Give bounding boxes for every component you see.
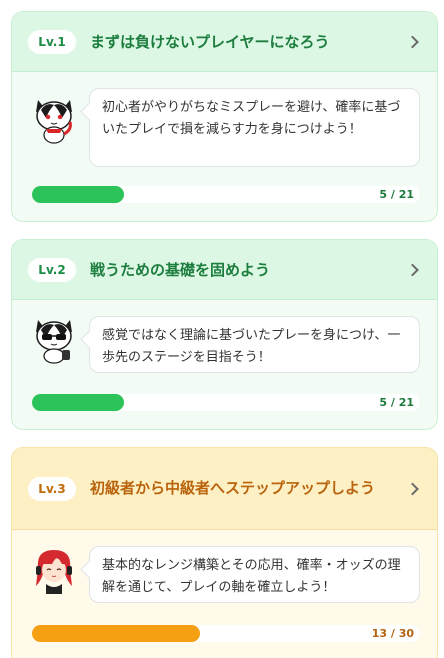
level-card-2[interactable]: Lv.2 戦うための基礎を固めよう 感覚ではなく理論に基づいたプレーを身につけ、… bbox=[11, 239, 438, 430]
description-bubble: 基本的なレンジ構築とその応用、確率・オッズの理解を通じて、プレイの軸を確立しよう… bbox=[89, 546, 420, 603]
level-card-header[interactable]: Lv.2 戦うための基礎を固めよう bbox=[12, 240, 437, 300]
level-title: まずは負けないプレイヤーになろう bbox=[90, 32, 330, 51]
description-bubble: 感覚ではなく理論に基づいたプレーを身につけ、一歩先のステージを目指そう！ bbox=[89, 316, 420, 373]
progress-bar: 5 / 21 bbox=[32, 394, 420, 411]
progress-bar: 13 / 30 bbox=[32, 625, 420, 642]
level-card-body: 初心者がやりがちなミスプレーを避け、確率に基づいたプレイで損を減らす力を身につけ… bbox=[12, 72, 437, 221]
level-card-header[interactable]: Lv.1 まずは負けないプレイヤーになろう bbox=[12, 12, 437, 72]
level-card-body: 基本的なレンジ構築とその応用、確率・オッズの理解を通じて、プレイの軸を確立しよう… bbox=[12, 530, 437, 658]
progress-fill bbox=[32, 625, 201, 642]
progress-bar: 5 / 21 bbox=[32, 186, 420, 203]
level-title: 戦うための基礎を固めよう bbox=[90, 260, 271, 279]
level-card-body: 感覚ではなく理論に基づいたプレーを身につけ、一歩先のステージを目指そう！ 5 /… bbox=[12, 300, 437, 429]
progress-count: 13 / 30 bbox=[371, 627, 414, 640]
level-card-3[interactable]: Lv.3 初級者から中級者へステップアップしよう 基本的なレンジ構築とその応用、… bbox=[11, 447, 438, 658]
red-hair-girl-icon bbox=[36, 550, 72, 594]
level-badge: Lv.1 bbox=[28, 29, 76, 54]
progress-count: 5 / 21 bbox=[379, 188, 414, 201]
cat-mascot-icon bbox=[36, 100, 72, 144]
level-title: 初級者から中級者へステップアップしよう bbox=[90, 479, 376, 497]
cat-mascot-sunglasses-icon bbox=[36, 320, 72, 364]
progress-fill bbox=[32, 186, 125, 203]
progress-count: 5 / 21 bbox=[379, 396, 414, 409]
level-card-1[interactable]: Lv.1 まずは負けないプレイヤーになろう 初心者がやりがちなミスプレーを避け、… bbox=[11, 11, 438, 222]
level-badge: Lv.2 bbox=[28, 257, 76, 282]
progress-fill bbox=[32, 394, 125, 411]
level-card-header[interactable]: Lv.3 初級者から中級者へステップアップしよう bbox=[12, 448, 437, 530]
description-bubble: 初心者がやりがちなミスプレーを避け、確率に基づいたプレイで損を減らす力を身につけ… bbox=[89, 88, 420, 167]
level-badge: Lv.3 bbox=[28, 476, 76, 501]
